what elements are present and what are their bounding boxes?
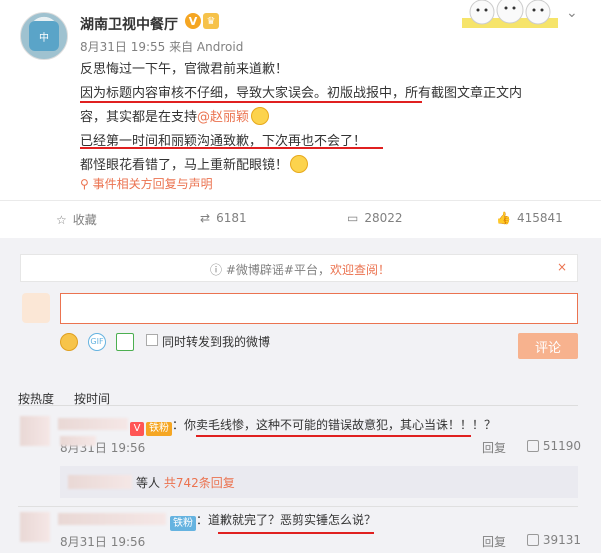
- annotation-underline: [196, 435, 471, 437]
- repost-button[interactable]: ⇄ 6181: [200, 211, 247, 225]
- sort-divider: [18, 405, 578, 406]
- image-icon[interactable]: [116, 333, 134, 351]
- comment-2-time: 8月31日 19:56: [60, 535, 146, 549]
- comment-input[interactable]: [60, 293, 578, 324]
- emoji-picker-icon[interactable]: [60, 333, 78, 351]
- emoji-icon: [251, 107, 270, 125]
- post-body: 反思悔过一下午，官微君前来道歉！ 因为标题内容审核不仔细，导致大家误会。初版战报…: [80, 58, 570, 178]
- comment-divider: [18, 506, 578, 507]
- post-line-4: 已经第一时间和丽颖沟通致歉，下次再也不会了！: [80, 134, 367, 149]
- mention-link[interactable]: @赵丽颖: [197, 110, 249, 125]
- sub-replies[interactable]: 等人 共742条回复: [60, 466, 578, 498]
- thumb-up-icon: 👍: [496, 211, 511, 225]
- forward-label: 同时转发到我的微博: [162, 335, 271, 349]
- comment-2-text: 铁粉 ：道歉就完了？恶剪实锤怎么说？: [170, 511, 376, 531]
- submit-comment-button[interactable]: 评论: [518, 333, 578, 359]
- emoji-icon: [290, 155, 309, 173]
- favorite-button[interactable]: ☆ 收藏: [56, 211, 97, 228]
- comment-2-like-button[interactable]: 39131: [527, 533, 581, 547]
- v-badge-icon: V: [130, 422, 144, 436]
- reply-count-link[interactable]: 共742条回复: [164, 476, 235, 490]
- like-button[interactable]: 👍 415841: [496, 211, 563, 225]
- close-icon[interactable]: ×: [557, 260, 567, 274]
- logo-icon: 中: [29, 21, 59, 51]
- account-avatar[interactable]: 中: [20, 12, 68, 60]
- chevron-down-icon[interactable]: ⌄: [566, 5, 578, 21]
- fan-tag: 铁粉: [146, 422, 172, 436]
- verified-badge-icon: V: [185, 13, 201, 29]
- related-statement-link[interactable]: ⚲ 事件相关方回复与声明: [80, 175, 213, 192]
- comment-button[interactable]: ▭ 28022: [347, 211, 403, 225]
- repost-icon: ⇄: [200, 211, 211, 225]
- thumb-up-icon: [527, 534, 539, 546]
- forward-checkbox[interactable]: [146, 334, 158, 346]
- post-line-3: 容，其实都是在支持@赵丽颖: [80, 106, 570, 130]
- notice-link[interactable]: 欢迎查阅！: [330, 263, 390, 277]
- comment-2-reply[interactable]: 回复: [482, 533, 506, 550]
- commenter-name[interactable]: [58, 513, 166, 525]
- comment-1-text: V 铁粉 ：你卖毛线惨，这种不可能的错误故意犯，其心当诛！！！？: [130, 416, 496, 436]
- account-name[interactable]: 湖南卫视中餐厅: [80, 14, 178, 34]
- annotation-underline: [80, 101, 422, 103]
- comment-1-reply[interactable]: 回复: [482, 439, 506, 456]
- annotation-underline: [80, 147, 383, 149]
- info-icon: ⓘ: [210, 263, 226, 277]
- sub-reply-names: [68, 475, 132, 489]
- crown-icon: ♛: [203, 13, 219, 29]
- star-icon: ☆: [56, 212, 67, 227]
- commenter-avatar[interactable]: [20, 416, 50, 446]
- commenter-avatar[interactable]: [20, 512, 50, 542]
- blurred-region: [60, 436, 96, 446]
- link-icon: ⚲: [80, 177, 93, 191]
- rumor-notice: ⓘ #微博辟谣#平台，欢迎查阅！ ×: [20, 254, 578, 282]
- action-bar: ☆ 收藏 ⇄ 6181 ▭ 28022 👍 415841: [0, 200, 601, 238]
- decoration-sticker-icon: [462, 0, 558, 28]
- gif-icon[interactable]: GIF: [88, 333, 106, 351]
- post-meta: 8月31日 19:55 来自 Android: [80, 40, 244, 54]
- comment-1-like-button[interactable]: 51190: [527, 439, 581, 453]
- user-avatar: [22, 293, 50, 323]
- commenter-name[interactable]: [58, 418, 128, 430]
- thumb-up-icon: [527, 440, 539, 452]
- fan-tag: 铁粉: [170, 516, 196, 531]
- post-line-1: 反思悔过一下午，官微君前来道歉！: [80, 62, 289, 77]
- annotation-underline: [218, 532, 374, 534]
- comment-icon: ▭: [347, 211, 359, 225]
